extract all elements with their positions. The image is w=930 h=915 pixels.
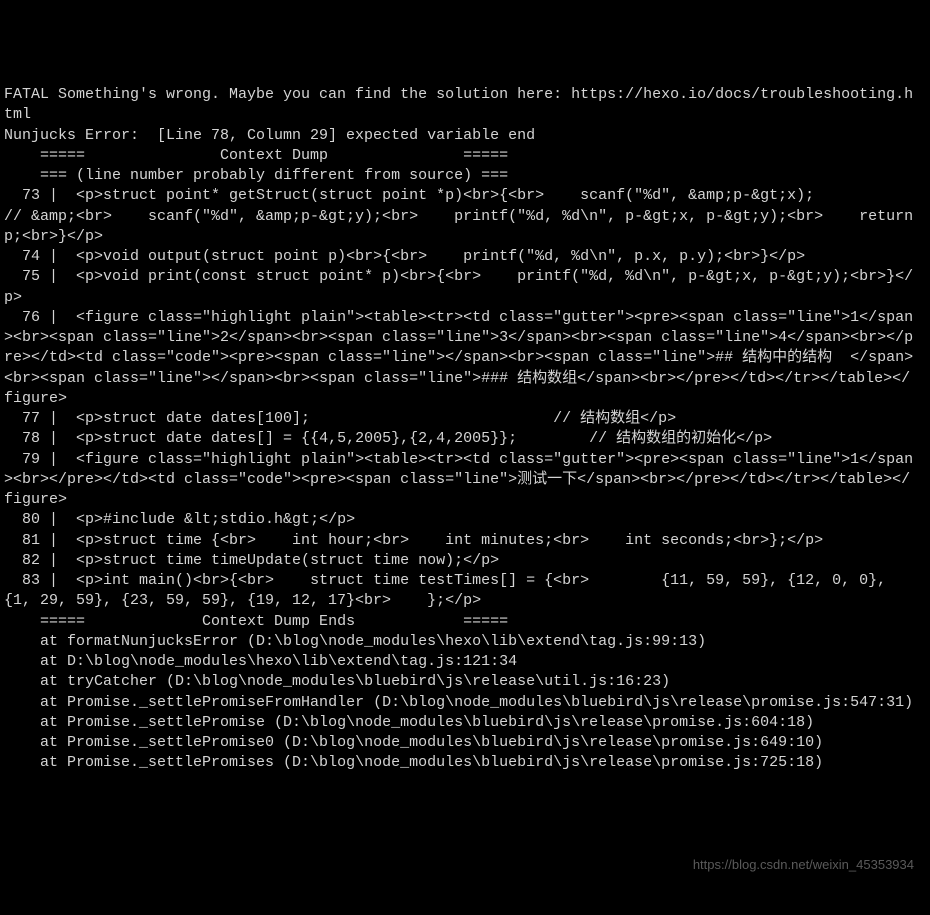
terminal-line: at Promise._settlePromise (D:\blog\node_… bbox=[4, 713, 918, 733]
terminal-line: FATAL Something's wrong. Maybe you can f… bbox=[4, 85, 918, 126]
terminal-line: 80 | <p>#include &lt;stdio.h&gt;</p> bbox=[4, 510, 918, 530]
terminal-line: 74 | <p>void output(struct point p)<br>{… bbox=[4, 247, 918, 267]
terminal-line: ===== Context Dump Ends ===== bbox=[4, 612, 918, 632]
terminal-line: at formatNunjucksError (D:\blog\node_mod… bbox=[4, 632, 918, 652]
terminal-output: FATAL Something's wrong. Maybe you can f… bbox=[4, 85, 918, 774]
terminal-line: at Promise._settlePromises (D:\blog\node… bbox=[4, 753, 918, 773]
terminal-line: 83 | <p>int main()<br>{<br> struct time … bbox=[4, 571, 918, 612]
terminal-line: at Promise._settlePromise0 (D:\blog\node… bbox=[4, 733, 918, 753]
watermark-text: https://blog.csdn.net/weixin_45353934 bbox=[693, 856, 914, 874]
terminal-line: === (line number probably different from… bbox=[4, 166, 918, 186]
terminal-line: 76 | <figure class="highlight plain"><ta… bbox=[4, 308, 918, 409]
terminal-line: 82 | <p>struct time timeUpdate(struct ti… bbox=[4, 551, 918, 571]
terminal-line: ===== Context Dump ===== bbox=[4, 146, 918, 166]
terminal-line: at Promise._settlePromiseFromHandler (D:… bbox=[4, 693, 918, 713]
terminal-line: Nunjucks Error: [Line 78, Column 29] exp… bbox=[4, 126, 918, 146]
terminal-line: 73 | <p>struct point* getStruct(struct p… bbox=[4, 186, 918, 247]
terminal-line: 77 | <p>struct date dates[100]; // 结构数组<… bbox=[4, 409, 918, 429]
terminal-line: 79 | <figure class="highlight plain"><ta… bbox=[4, 450, 918, 511]
terminal-line: at tryCatcher (D:\blog\node_modules\blue… bbox=[4, 672, 918, 692]
terminal-line: 81 | <p>struct time {<br> int hour;<br> … bbox=[4, 531, 918, 551]
terminal-line: at D:\blog\node_modules\hexo\lib\extend\… bbox=[4, 652, 918, 672]
terminal-line: 75 | <p>void print(const struct point* p… bbox=[4, 267, 918, 308]
terminal-line: 78 | <p>struct date dates[] = {{4,5,2005… bbox=[4, 429, 918, 449]
